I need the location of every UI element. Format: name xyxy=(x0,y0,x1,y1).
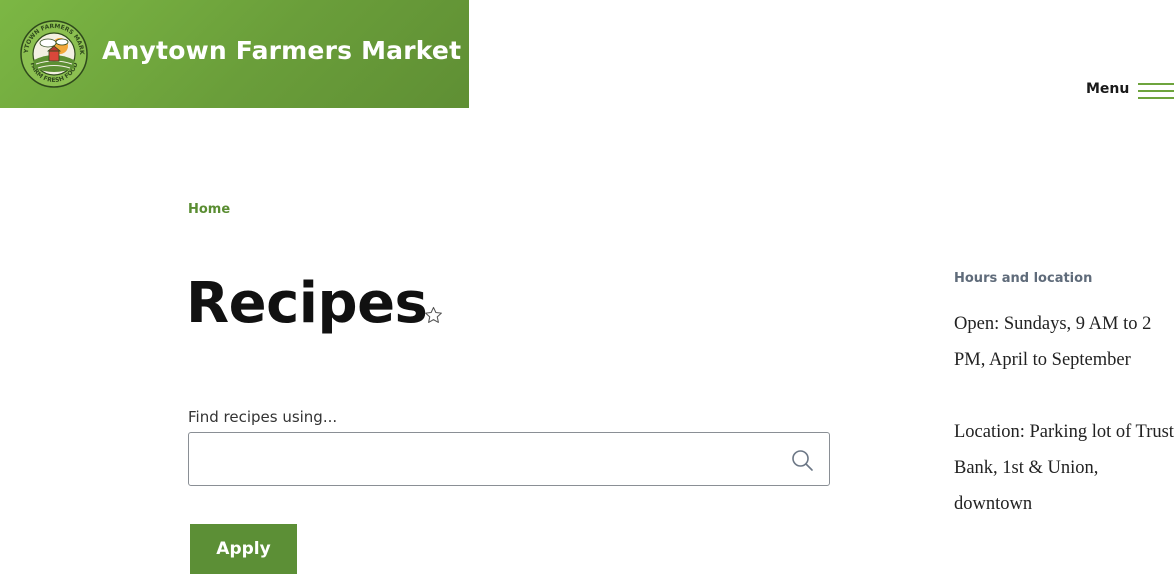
home-link[interactable]: ANYTOWN FARMERS MARKET FARM FRESH FOOD A… xyxy=(0,0,469,108)
apply-button[interactable]: Apply xyxy=(190,524,297,574)
menu-button[interactable]: Menu xyxy=(1086,80,1174,102)
hours-text: Open: Sundays, 9 AM to 2 PM, April to Se… xyxy=(954,314,1152,370)
search-field xyxy=(188,432,830,486)
location-text: Location: Parking lot of Trust Bank, 1st… xyxy=(954,422,1174,514)
hamburger-icon xyxy=(1138,83,1174,101)
hours-location-sidebar: Hours and location Open: Sundays, 9 AM t… xyxy=(954,270,1174,522)
search-label: Find recipes using... xyxy=(188,408,338,426)
search-input[interactable] xyxy=(189,433,769,485)
search-icon[interactable] xyxy=(790,448,814,472)
sidebar-heading: Hours and location xyxy=(954,271,1093,286)
menu-label: Menu xyxy=(1086,81,1130,97)
site-name: Anytown Farmers Market xyxy=(102,36,462,65)
star-outline-icon xyxy=(425,306,442,323)
breadcrumb-home-link[interactable]: Home xyxy=(188,202,230,217)
breadcrumb: Home xyxy=(188,198,230,217)
page-title: Recipes xyxy=(186,271,428,336)
bookmark-button[interactable] xyxy=(423,305,444,326)
farmers-market-logo-icon: ANYTOWN FARMERS MARKET FARM FRESH FOOD xyxy=(20,20,88,88)
